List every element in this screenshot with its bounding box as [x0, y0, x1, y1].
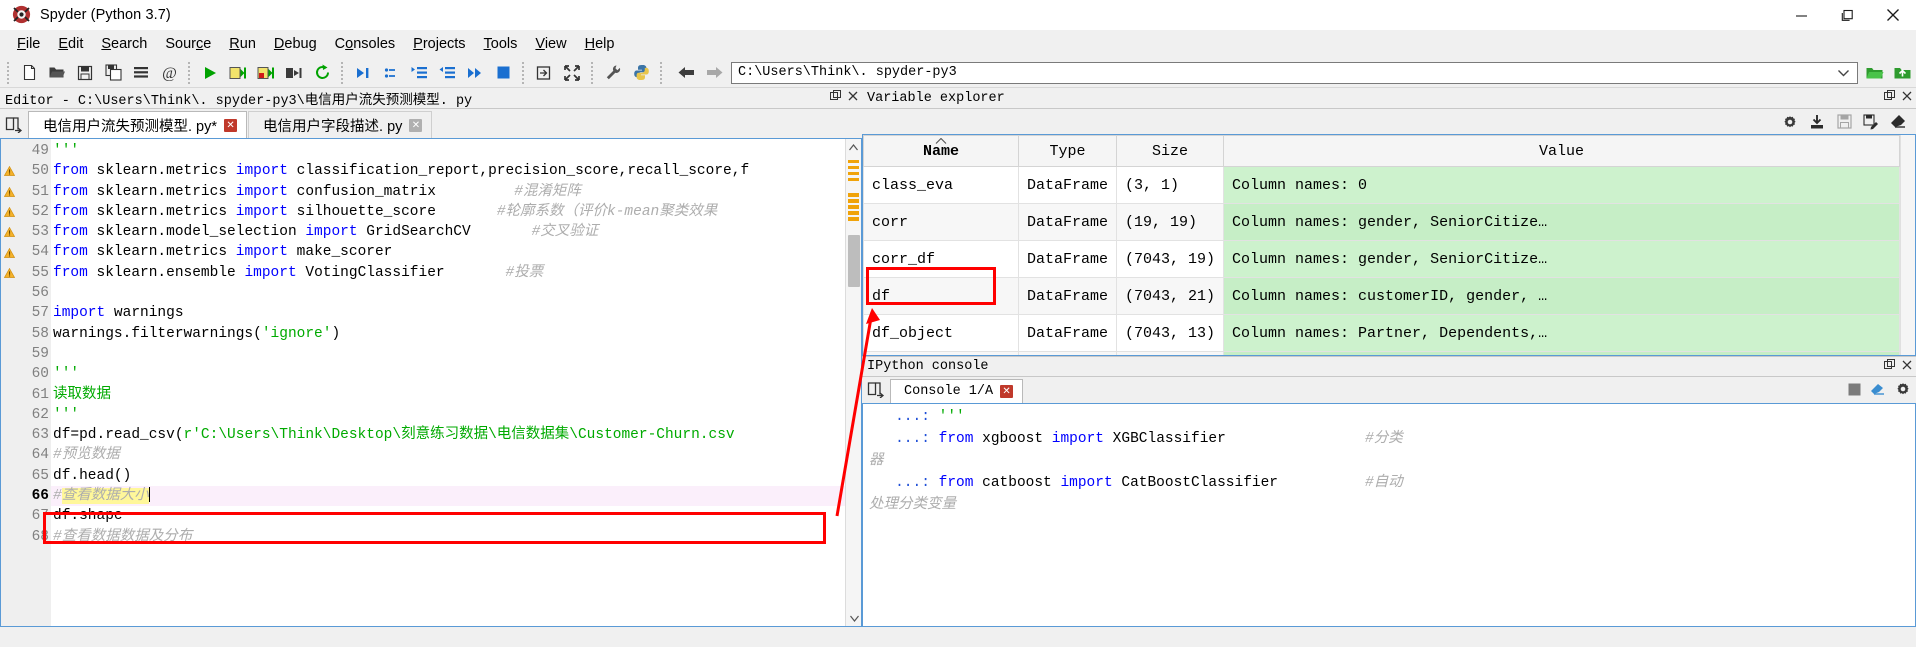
- spyder-window: Spyder (Python 3.7) File Edit Search Source…: [0, 0, 1916, 647]
- red-arrow-from-code-to-variable: [835, 308, 880, 517]
